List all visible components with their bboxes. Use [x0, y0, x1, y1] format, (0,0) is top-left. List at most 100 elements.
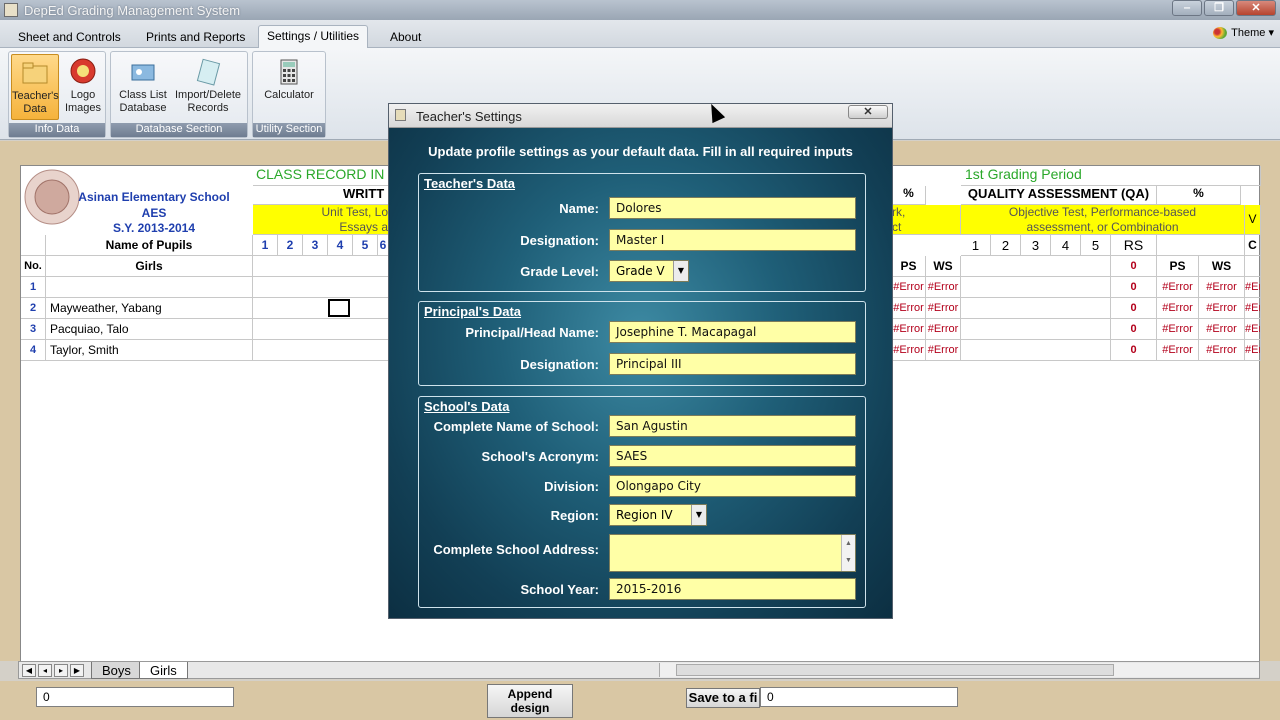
col-1-header: 1	[253, 235, 278, 256]
row-3-name[interactable]: Pacquiao, Talo	[46, 319, 253, 340]
name-of-pupils-header: Name of Pupils	[46, 235, 253, 256]
school-name: Asinan Elementary School	[78, 190, 230, 204]
row-1-ps: #Error	[892, 277, 926, 298]
import-delete-records-button[interactable]: Import/Delete Records	[169, 54, 247, 120]
row-4-scores[interactable]	[253, 340, 389, 361]
row-2-qa-ws: #Error	[1199, 298, 1245, 319]
horizontal-scrollbar[interactable]	[659, 663, 1259, 677]
row-2-qa-ps: #Error	[1157, 298, 1199, 319]
row-1-qa[interactable]	[961, 277, 1111, 298]
row-4-rs: 0	[1111, 340, 1157, 361]
row-1-qa-ws: #Error	[1199, 277, 1245, 298]
scroll-thumb[interactable]	[676, 664, 1114, 676]
teachers-data-title: Teacher's Data	[424, 176, 516, 191]
sheet-tab-boys[interactable]: Boys	[91, 662, 142, 679]
row-4-qa[interactable]	[961, 340, 1111, 361]
tab-about[interactable]: About	[382, 27, 429, 47]
qa-col-4: 4	[1051, 235, 1081, 256]
row-2-name[interactable]: Mayweather, Yabang	[46, 298, 253, 319]
dialog-close-button[interactable]: ✕	[848, 105, 888, 119]
row-4-extra: #Error	[1245, 340, 1261, 361]
group-utility-section: Calculator Utility Section	[252, 51, 326, 138]
group-label-database-section: Database Section	[111, 123, 247, 137]
row-3-extra: #Error	[1245, 319, 1261, 340]
prev-sheet-button[interactable]: ◂	[38, 664, 52, 677]
row-4-qa-ws: #Error	[1199, 340, 1245, 361]
theme-menu[interactable]: Theme ▾	[1213, 26, 1274, 39]
bottom-bar: 0 Append design Save to a fi 0	[0, 681, 1280, 720]
teachers-settings-dialog: Teacher's Settings ✕ Update profile sett…	[388, 103, 893, 619]
app-icon	[4, 3, 18, 17]
append-design-button[interactable]: Append design	[487, 684, 573, 718]
region-label: Region:	[550, 508, 599, 523]
row-1-name[interactable]	[46, 277, 253, 298]
school-name-field[interactable]: San Agustin	[609, 415, 856, 437]
written-desc-2: Essays a	[253, 220, 389, 235]
principal-designation-field[interactable]: Principal III	[609, 353, 856, 375]
tab-sheet-and-controls[interactable]: Sheet and Controls	[10, 27, 129, 47]
grade-level-select[interactable]: Grade V ▼	[609, 260, 689, 282]
class-list-database-button[interactable]: Class List Database	[115, 54, 171, 120]
row-2-scores[interactable]	[253, 298, 389, 319]
tab-prints-and-reports[interactable]: Prints and Reports	[138, 27, 253, 47]
next-sheet-button[interactable]: ▸	[54, 664, 68, 677]
row-3-rs: 0	[1111, 319, 1157, 340]
principal-name-field[interactable]: Josephine T. Macapagal	[609, 321, 856, 343]
row-2-qa[interactable]	[961, 298, 1111, 319]
status-field-right[interactable]: 0	[760, 687, 958, 707]
row-3-qa[interactable]	[961, 319, 1111, 340]
division-field[interactable]: Olongapo City	[609, 475, 856, 497]
row-1-extra: #Error	[1245, 277, 1261, 298]
school-address-field[interactable]: ▲ ▼	[609, 534, 856, 572]
ws-header-2: WS	[1199, 256, 1245, 277]
row-1-scores[interactable]	[253, 277, 389, 298]
written-work-header: WRITT	[253, 186, 389, 205]
school-acronym-label: School's Acronym:	[481, 449, 599, 464]
chevron-down-icon[interactable]: ▼	[673, 261, 688, 281]
address-scrollbar[interactable]: ▲ ▼	[841, 535, 855, 571]
title-bar: DepEd Grading Management System ‒ ❐ ✕	[0, 0, 1280, 20]
school-address-label: Complete School Address:	[433, 542, 599, 557]
group-info-data: Teacher's Data Logo Images Info Data	[8, 51, 106, 138]
sheet-tab-girls[interactable]: Girls	[139, 662, 188, 679]
teacher-designation-field[interactable]: Master I	[609, 229, 856, 251]
teacher-name-label: Name:	[559, 201, 599, 216]
minimize-button[interactable]: ‒	[1172, 0, 1202, 16]
logo-images-button[interactable]: Logo Images	[61, 54, 105, 120]
last-sheet-button[interactable]: ▶	[70, 664, 84, 677]
teachers-data-button[interactable]: Teacher's Data	[11, 54, 59, 120]
rs-header: RS	[1111, 235, 1157, 256]
group-label-info-data: Info Data	[9, 123, 105, 137]
teacher-name-field[interactable]: Dolores	[609, 197, 856, 219]
row-4-name[interactable]: Taylor, Smith	[46, 340, 253, 361]
row-3-scores[interactable]	[253, 319, 389, 340]
first-sheet-button[interactable]: ◀	[22, 664, 36, 677]
rs-total: 0	[1111, 256, 1157, 277]
region-select[interactable]: Region IV ▼	[609, 504, 707, 526]
teachers-data-label: Teacher's Data	[12, 90, 59, 115]
school-year-field[interactable]: 2015-2016	[609, 578, 856, 600]
sheet-tabs-bar: ◀ ◂ ▸ ▶ Boys Girls	[18, 661, 1260, 679]
row-2-ws: #Error	[926, 298, 961, 319]
grade-level-label: Grade Level:	[520, 264, 599, 279]
calculator-button[interactable]: Calculator	[255, 54, 323, 120]
region-value: Region IV	[616, 508, 673, 522]
row-3-ps: #Error	[892, 319, 926, 340]
close-button[interactable]: ✕	[1236, 0, 1276, 16]
save-to-file-button[interactable]: Save to a fi	[686, 688, 760, 708]
school-acronym-field[interactable]: SAES	[609, 445, 856, 467]
status-field-left[interactable]: 0	[36, 687, 234, 707]
tab-settings-utilities[interactable]: Settings / Utilities	[258, 25, 369, 48]
row-3-ws: #Error	[926, 319, 961, 340]
school-year-label: School Year:	[520, 582, 599, 597]
qa-col-1: 1	[961, 235, 991, 256]
row-1-rs: 0	[1111, 277, 1157, 298]
col-3-header: 3	[303, 235, 328, 256]
maximize-button[interactable]: ❐	[1204, 0, 1234, 16]
dialog-title-bar[interactable]: Teacher's Settings ✕	[389, 104, 892, 128]
row-1-no: 1	[21, 277, 46, 298]
dialog-title: Teacher's Settings	[416, 109, 522, 124]
chevron-down-icon[interactable]: ▼	[691, 505, 706, 525]
selected-cell[interactable]	[328, 299, 350, 317]
principal-designation-label: Designation:	[520, 357, 599, 372]
